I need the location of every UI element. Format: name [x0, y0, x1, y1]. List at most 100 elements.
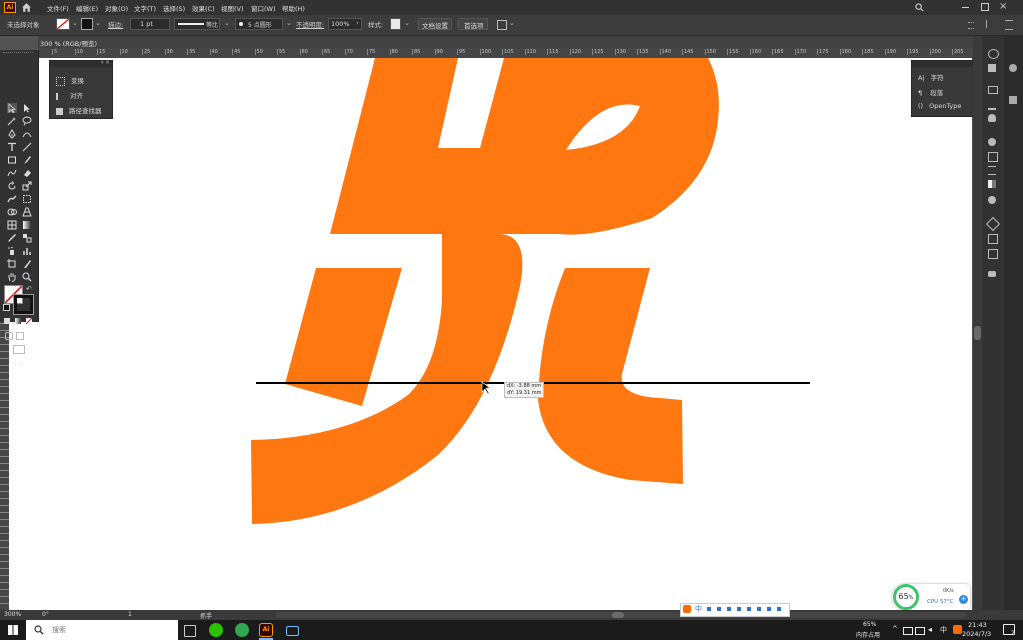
flyout-item-pathfinder[interactable]: 路径查找器: [56, 105, 102, 115]
pen-tool-icon[interactable]: [7, 129, 17, 139]
flyout-close-icon[interactable]: ×: [105, 59, 110, 66]
opacity-dropdown-icon[interactable]: ›: [356, 19, 359, 27]
task-view-icon[interactable]: [184, 625, 196, 637]
restore-icon[interactable]: [981, 3, 989, 11]
curvature-tool-icon[interactable]: [22, 129, 32, 139]
style-dropdown-icon[interactable]: ⌄: [404, 19, 410, 27]
graphic-style-swatch[interactable]: [390, 18, 401, 30]
illustrator-taskbar-icon[interactable]: Ai: [259, 623, 273, 637]
hand-tool-icon[interactable]: [7, 272, 17, 282]
horizontal-scrollbar[interactable]: [276, 612, 966, 618]
layers-icon[interactable]: [985, 216, 1001, 232]
color-panel-icon[interactable]: [1009, 64, 1017, 72]
wechat-icon[interactable]: [209, 623, 223, 637]
menu-window[interactable]: 窗口(W): [251, 3, 276, 13]
scale-tool-icon[interactable]: [22, 181, 32, 191]
preferences-button[interactable]: 首选项: [458, 18, 488, 30]
transparency-icon[interactable]: [988, 166, 996, 175]
screen-mode-icon[interactable]: [13, 345, 25, 354]
free-transform-tool-icon[interactable]: [22, 194, 32, 204]
home-icon[interactable]: [21, 2, 32, 13]
tray-volume-icon[interactable]: ◂: [928, 625, 932, 634]
clock-date[interactable]: 2024/7/3: [962, 630, 991, 638]
tray-app-icon[interactable]: [953, 625, 962, 634]
draw-behind-icon[interactable]: [16, 332, 24, 340]
rotate-tool-icon[interactable]: [7, 181, 17, 191]
windows-start-icon[interactable]: [8, 625, 18, 635]
brush-dropdown-icon[interactable]: ⌄: [286, 19, 292, 27]
camera-app-icon[interactable]: [286, 626, 299, 636]
shaper-tool-icon[interactable]: [7, 168, 17, 178]
document-setup-button[interactable]: 文档设置: [418, 18, 452, 30]
menu-type[interactable]: 文字(T): [134, 3, 156, 13]
variable-width-profile[interactable]: 等比: [174, 18, 220, 30]
artboard-number[interactable]: 1: [128, 611, 132, 618]
stroke-weight-field[interactable]: 1 pt: [130, 18, 170, 30]
swap-colors-icon[interactable]: ↶: [26, 285, 32, 293]
logo-right-leg[interactable]: [538, 268, 683, 484]
type-panel-icon[interactable]: [1009, 96, 1017, 104]
artboard-canvas[interactable]: [9, 58, 972, 610]
align-icon[interactable]: [986, 20, 994, 28]
orange-logo-artwork[interactable]: [251, 58, 719, 524]
h-scroll-thumb[interactable]: [612, 612, 624, 618]
direct-selection-tool-icon[interactable]: [22, 103, 32, 113]
default-colors-icon[interactable]: [3, 304, 10, 311]
menu-view[interactable]: 视图(V): [221, 3, 244, 13]
stroke-color-swatch[interactable]: [14, 295, 33, 314]
flyout-collapse-icon[interactable]: »: [100, 59, 104, 66]
performance-widget[interactable]: 65% 0K/s CPU 57°C +: [892, 584, 970, 610]
tray-expand-icon[interactable]: ^: [892, 625, 898, 633]
menu-file[interactable]: 文件(F): [47, 3, 69, 13]
arrange-dropdown-icon[interactable]: ⌄: [509, 19, 515, 27]
fill-dropdown-icon[interactable]: ⌄: [72, 19, 78, 27]
flyout-item-align[interactable]: 对齐: [56, 90, 83, 100]
flyout-header[interactable]: » ×: [50, 59, 112, 67]
color-mode-icon[interactable]: [4, 318, 10, 324]
clock-time[interactable]: 21:43: [968, 621, 987, 629]
opacity-label[interactable]: 不透明度:: [296, 19, 324, 29]
menu-object[interactable]: 对象(O): [105, 3, 128, 13]
warp-tool-icon[interactable]: [7, 194, 17, 204]
menu-help[interactable]: 帮助(H): [282, 3, 305, 13]
document-tab[interactable]: 300 % (RGB/预览): [40, 38, 97, 48]
gradient-tool-icon[interactable]: [22, 220, 32, 230]
toolbar-grip[interactable]: [3, 52, 33, 56]
edit-toolbar-icon[interactable]: ···: [14, 360, 25, 369]
eyedropper-tool-icon[interactable]: [7, 233, 17, 243]
stroke-swatch[interactable]: [81, 18, 93, 30]
gradient-panel-icon[interactable]: [988, 152, 998, 162]
type-item-opentype[interactable]: () OpenType: [918, 102, 961, 110]
perspective-grid-tool-icon[interactable]: [22, 207, 32, 217]
close-icon[interactable]: ×: [999, 1, 1007, 12]
tray-network-icon[interactable]: [915, 627, 925, 635]
brush-definition[interactable]: 5 点圆形: [235, 18, 283, 30]
tray-ime-indicator[interactable]: 中: [940, 625, 947, 635]
vertical-scrollbar[interactable]: [973, 36, 982, 610]
line-tool-icon[interactable]: [22, 142, 32, 152]
taskbar-search-box[interactable]: 搜索: [26, 620, 178, 640]
menu-select[interactable]: 选择(S): [163, 3, 185, 13]
logo-top-shape[interactable]: [330, 58, 719, 235]
ime-mode[interactable]: 中: [695, 604, 702, 614]
mesh-tool-icon[interactable]: [7, 220, 17, 230]
lasso-tool-icon[interactable]: [22, 116, 32, 126]
menu-edit[interactable]: 编辑(E): [76, 3, 98, 13]
magic-wand-tool-icon[interactable]: [7, 116, 17, 126]
stroke-dropdown-icon[interactable]: ⌄: [95, 19, 101, 27]
rotation-angle[interactable]: 0°: [42, 611, 49, 618]
stroke-panel-icon[interactable]: [988, 138, 996, 146]
libraries-icon[interactable]: [988, 64, 996, 72]
type-panel-header[interactable]: [912, 61, 974, 67]
profile-dropdown-icon[interactable]: ⌄: [224, 19, 230, 27]
symbols-icon[interactable]: [988, 114, 996, 122]
appearance-icon[interactable]: [988, 180, 996, 188]
flyout-item-transform[interactable]: 变换: [56, 75, 84, 86]
zoom-level[interactable]: 300%: [4, 611, 21, 618]
type-item-paragraph[interactable]: ¶ 段落: [918, 87, 943, 97]
properties-icon[interactable]: [988, 49, 999, 59]
gradient-mode-icon[interactable]: [15, 318, 21, 324]
panel-menu-icon[interactable]: [1005, 20, 1013, 30]
none-mode-icon[interactable]: [26, 318, 32, 324]
tray-display-icon[interactable]: [903, 627, 913, 635]
